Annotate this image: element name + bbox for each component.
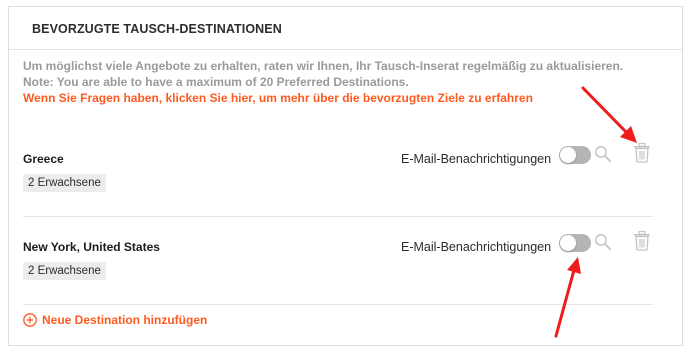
trash-icon[interactable] — [633, 142, 651, 163]
plus-circle-icon — [23, 313, 37, 327]
trash-icon[interactable] — [633, 230, 651, 251]
help-link[interactable]: Wenn Sie Fragen haben, klicken Sie hier,… — [23, 90, 653, 106]
email-notification-toggle[interactable] — [559, 234, 591, 252]
divider — [23, 304, 653, 305]
email-notification-toggle[interactable] — [559, 146, 591, 164]
destination-name: New York, United States — [23, 240, 160, 254]
destination-name: Greece — [23, 152, 64, 166]
intro-text: Um möglichst viele Angebote zu erhalten,… — [23, 58, 653, 106]
search-icon[interactable] — [594, 233, 612, 251]
intro-advice: Um möglichst viele Angebote zu erhalten,… — [23, 59, 624, 73]
panel-header: BEVORZUGTE TAUSCH-DESTINATIONEN — [9, 7, 682, 50]
intro-limit-note: Note: You are able to have a maximum of … — [23, 75, 409, 89]
guests-tag: 2 Erwachsene — [23, 262, 106, 280]
divider — [23, 216, 653, 217]
toggle-knob — [560, 235, 576, 251]
destination-item: Greece E-Mail-Benachrichtigungen 2 Erwac… — [23, 142, 653, 240]
add-destination-label: Neue Destination hinzufügen — [42, 313, 208, 327]
toggle-knob — [560, 147, 576, 163]
search-icon[interactable] — [594, 145, 612, 163]
guests-tag: 2 Erwachsene — [23, 174, 106, 192]
email-notification-label: E-Mail-Benachrichtigungen — [401, 152, 552, 166]
email-notification-label: E-Mail-Benachrichtigungen — [401, 240, 552, 254]
panel-title: BEVORZUGTE TAUSCH-DESTINATIONEN — [32, 22, 282, 36]
